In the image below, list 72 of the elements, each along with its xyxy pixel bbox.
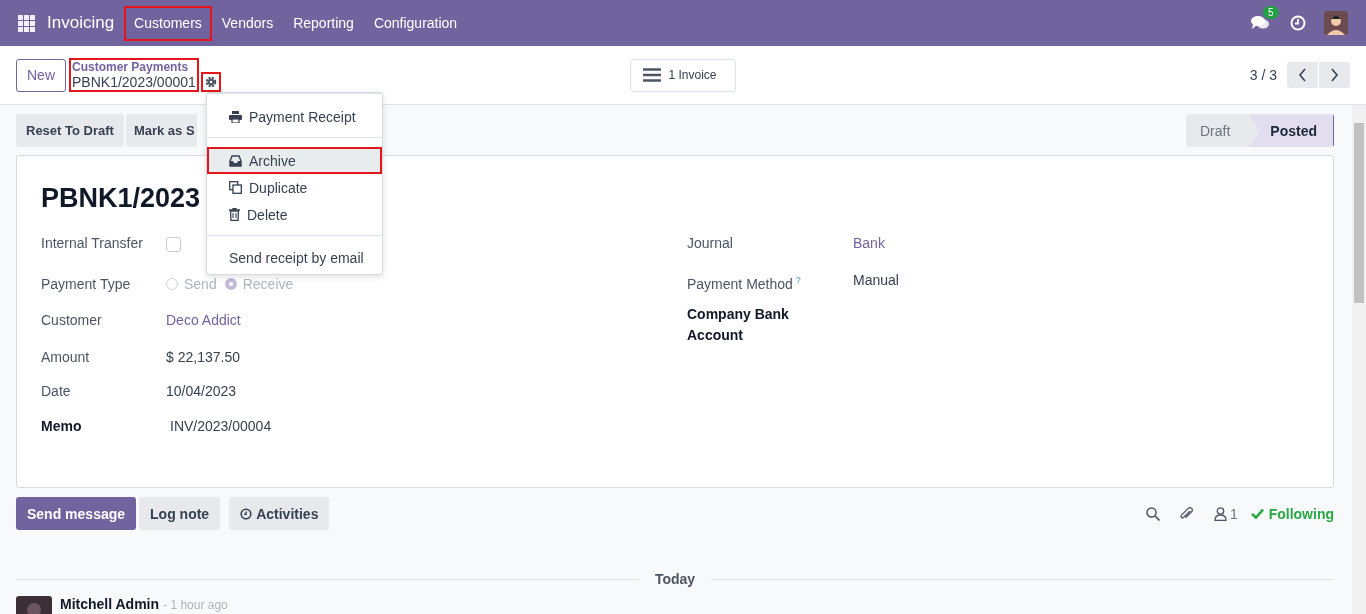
previous-button[interactable] bbox=[1287, 62, 1318, 88]
search-button[interactable] bbox=[1145, 506, 1160, 521]
followers-button[interactable]: 1 bbox=[1213, 505, 1238, 522]
next-button[interactable] bbox=[1319, 62, 1350, 88]
apps-grid-icon bbox=[18, 14, 35, 32]
attachment-button[interactable] bbox=[1178, 505, 1195, 522]
app-name[interactable]: Invoicing bbox=[47, 13, 115, 33]
record-name: PBNK1/2023/00001 bbox=[72, 75, 196, 90]
menu-item[interactable]: Vendors bbox=[211, 5, 284, 41]
trash-icon bbox=[229, 208, 240, 221]
field-value: $ 22,137.50 bbox=[166, 349, 241, 365]
menu-item[interactable]: Send receipt by email bbox=[207, 244, 382, 271]
date-separator: Today bbox=[654, 571, 696, 587]
settings-button[interactable] bbox=[200, 72, 221, 92]
radio-label: Send bbox=[184, 276, 217, 292]
scrollbar-thumb[interactable] bbox=[1354, 123, 1364, 303]
field-label: Amount bbox=[41, 349, 91, 366]
chevron-right-icon bbox=[1329, 68, 1340, 82]
menu-item[interactable]: Duplicate bbox=[207, 174, 382, 201]
field-label: Customer bbox=[41, 312, 103, 329]
list-icon bbox=[643, 68, 662, 82]
menu-item[interactable]: Configuration bbox=[363, 5, 468, 41]
menu-item[interactable]: Reporting bbox=[283, 5, 364, 41]
chatter-button[interactable]: Activities bbox=[229, 497, 330, 530]
chevron-left-icon bbox=[1297, 68, 1308, 82]
field-label: Memo bbox=[41, 417, 83, 436]
message-time: - 1 hour ago bbox=[163, 598, 228, 612]
gear-icon bbox=[204, 76, 217, 88]
action-button[interactable]: Reset To Draft bbox=[16, 114, 124, 147]
help-tooltip-icon[interactable]: ? bbox=[795, 275, 801, 285]
status-step[interactable]: Posted bbox=[1248, 114, 1334, 147]
new-button[interactable]: New bbox=[16, 58, 66, 92]
user-avatar-icon bbox=[1324, 11, 1348, 35]
clock-icon bbox=[1290, 15, 1306, 31]
message-count-badge: 5 bbox=[1263, 6, 1279, 19]
field-value: INV/2023/00004 bbox=[170, 418, 273, 434]
field-value: Manual bbox=[853, 272, 900, 288]
breadcrumb-link[interactable]: Customer Payments bbox=[72, 60, 196, 75]
clock-icon bbox=[240, 507, 253, 520]
inbox-icon bbox=[229, 154, 242, 167]
check-icon bbox=[1250, 508, 1264, 519]
status-step[interactable]: Draft bbox=[1185, 114, 1249, 147]
menu-item[interactable]: Delete bbox=[207, 201, 382, 228]
chatter-button[interactable]: Send message bbox=[16, 497, 137, 530]
field-label: Date bbox=[41, 383, 72, 400]
chat-bubbles-icon bbox=[1251, 15, 1270, 31]
printer-icon bbox=[229, 110, 242, 123]
copy-icon bbox=[229, 181, 242, 194]
menu-item[interactable]: Archive bbox=[207, 147, 382, 174]
record-title: PBNK1/2023 bbox=[41, 182, 201, 215]
invoice-smart-button[interactable]: 1 Invoice bbox=[630, 58, 736, 92]
field-label: Internal Transfer bbox=[41, 235, 144, 252]
action-button[interactable]: Mark as S bbox=[125, 114, 197, 147]
following-button[interactable]: Following bbox=[1250, 505, 1334, 522]
field-link[interactable]: Bank bbox=[853, 235, 1309, 251]
field-label: Payment Type bbox=[41, 276, 132, 293]
menu-item[interactable]: Payment Receipt bbox=[207, 103, 382, 130]
checkbox[interactable] bbox=[166, 237, 181, 252]
person-icon bbox=[1213, 506, 1227, 521]
radio-label: Receive bbox=[242, 276, 294, 292]
field-label: Company Bank Account bbox=[687, 305, 790, 345]
field-label: Payment Method $^{?}$ bbox=[687, 274, 802, 293]
field-value: 10/04/2023 bbox=[166, 383, 238, 399]
menu-item[interactable]: Customers bbox=[124, 5, 212, 41]
paperclip-icon bbox=[1178, 505, 1195, 522]
chatter-button[interactable]: Log note bbox=[139, 497, 221, 530]
scrollbar[interactable] bbox=[1352, 105, 1366, 614]
pager-value: 3 / 3 bbox=[1249, 67, 1277, 83]
field-link[interactable]: Deco Addict bbox=[166, 312, 663, 328]
field-label: Journal bbox=[687, 235, 734, 252]
search-icon bbox=[1145, 506, 1160, 521]
message-author: Mitchell Admin bbox=[60, 596, 160, 612]
